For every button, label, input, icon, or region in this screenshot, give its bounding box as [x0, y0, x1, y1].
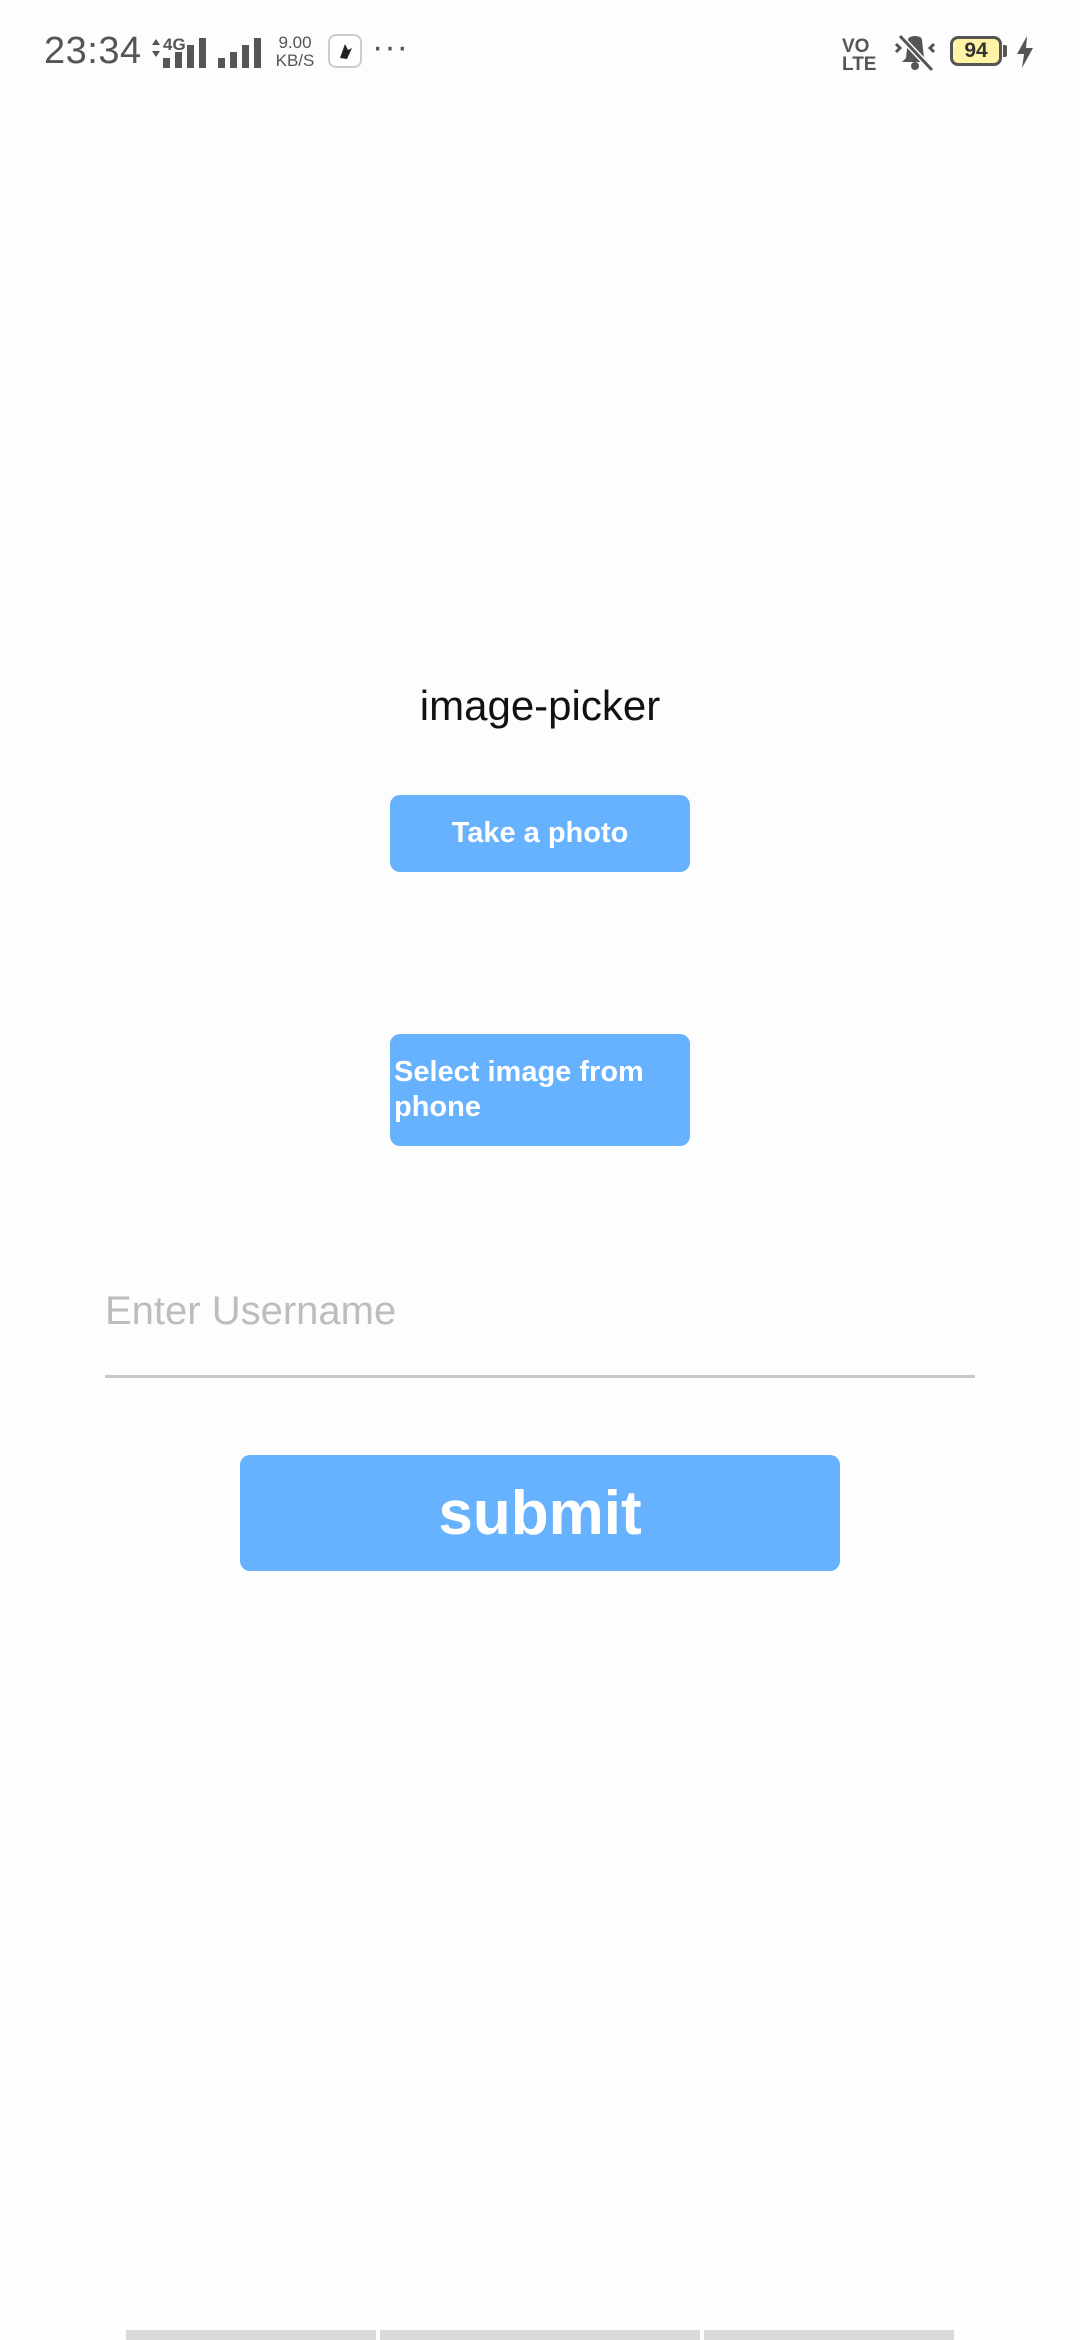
volte-top: VO [842, 36, 870, 57]
nav-bar-segment-left[interactable] [126, 2330, 376, 2340]
network-speed: 9.00 KB/S [272, 34, 318, 70]
signal-icon [218, 38, 261, 68]
speed-value: 9.00 [278, 33, 312, 52]
status-bar: 23:34 4G 9.00 KB/S ··· VO LTE 94 [0, 0, 1080, 108]
nav-bar-segment-right[interactable] [704, 2330, 954, 2340]
submit-button[interactable]: submit [240, 1455, 840, 1571]
status-time: 23:34 [44, 30, 142, 72]
take-photo-button[interactable]: Take a photo [390, 795, 690, 872]
charging-icon [1017, 36, 1033, 68]
select-image-button[interactable]: Select image from phone [390, 1034, 690, 1146]
vibrate-mute-icon [894, 34, 936, 72]
battery-tip [1003, 45, 1007, 57]
volte-bottom: LTE [842, 54, 877, 75]
username-input[interactable] [105, 1248, 975, 1378]
screen: 23:34 4G 9.00 KB/S ··· VO LTE 94 image-p… [0, 0, 1080, 2340]
signal-icon [163, 38, 206, 68]
more-notifications-icon: ··· [372, 28, 409, 66]
app-notification-icon [328, 34, 362, 68]
nav-bar-segment-center[interactable] [380, 2330, 700, 2340]
speed-unit: KB/S [275, 51, 315, 70]
app-title: image-picker [419, 682, 661, 729]
data-arrows-icon [152, 39, 160, 57]
battery-indicator: 94 [950, 36, 1002, 66]
